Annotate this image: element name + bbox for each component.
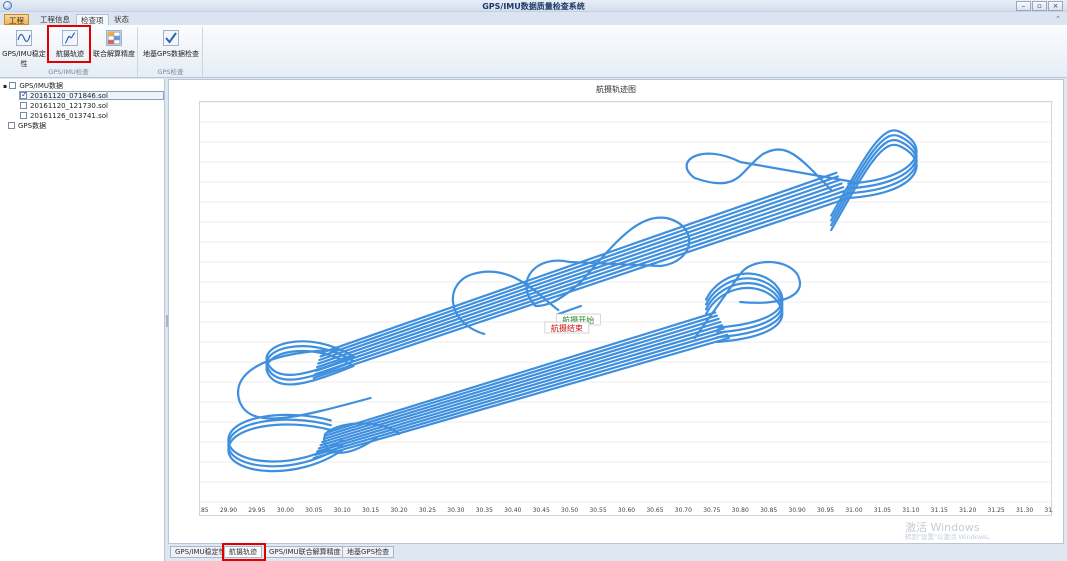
- trajectory-chart: 102.95103.00103.05103.10103.15103.20103.…: [176, 100, 1062, 515]
- tree-node-gps-imu[interactable]: ▪ GPS/IMU数据: [3, 82, 63, 91]
- collapse-icon[interactable]: ▪: [3, 83, 7, 90]
- tab-status[interactable]: 状态: [110, 14, 133, 25]
- file-tree-panel: ▪ GPS/IMU数据 20161120_071846.sol 20161120…: [0, 79, 165, 561]
- tree-file-item[interactable]: 20161120_121730.sol: [20, 102, 108, 111]
- joint-solution-accuracy-label: 联合解算精度: [93, 50, 135, 58]
- tab-checks[interactable]: 检查项: [76, 14, 109, 25]
- bottom-tab-highlight: [222, 543, 266, 561]
- x-tick-label: 30.50: [561, 507, 578, 514]
- x-tick-label: 30.20: [390, 507, 407, 514]
- x-tick-label: 30.30: [447, 507, 464, 514]
- tree-node-checkbox[interactable]: [8, 122, 15, 129]
- tab-project[interactable]: 工程: [4, 14, 29, 25]
- x-tick-label: 31.20: [959, 507, 976, 514]
- x-tick-label: 30.15: [362, 507, 379, 514]
- x-tick-label: 30.70: [675, 507, 692, 514]
- tab-project-info[interactable]: 工程信息: [36, 14, 74, 25]
- ribbon-group-gps: 地基GPS数据检查 GPS检查: [139, 27, 203, 77]
- close-button[interactable]: ×: [1048, 1, 1063, 11]
- chart-title: 航摄轨迹图: [596, 85, 636, 94]
- bottom-tabbar: GPS/IMU稳定性 航摄轨迹 GPS/IMU联合解算精度 地基GPS检查: [168, 543, 1064, 561]
- x-tick-label: 31.10: [902, 507, 919, 514]
- flight-line: [314, 189, 846, 372]
- x-tick-label: 31.35: [1044, 507, 1053, 514]
- x-tick-label: 30.55: [589, 507, 606, 514]
- tree-node-label: GPS数据: [18, 122, 47, 130]
- x-tick-label: 31.00: [845, 507, 862, 514]
- joint-solution-accuracy-button[interactable]: 联合解算精度: [92, 29, 136, 65]
- ribbon-group-label-gps: GPS检查: [157, 68, 184, 76]
- ribbon-minimize-icon[interactable]: ⌃: [1055, 15, 1061, 23]
- x-tick-label: 30.85: [760, 507, 777, 514]
- tree-node-label: GPS/IMU数据: [19, 82, 63, 90]
- connector-line: [557, 304, 583, 316]
- x-tick-label: 30.95: [817, 507, 834, 514]
- window-title: GPS/IMU数据质量检查系统: [482, 2, 585, 11]
- tree-file-checkbox[interactable]: [20, 90, 28, 99]
- x-tick-label: 30.25: [419, 507, 436, 514]
- x-tick-label: 30.45: [533, 507, 550, 514]
- flight-line: [313, 193, 848, 376]
- tree-file-label: 20161120_071846.sol: [30, 92, 108, 100]
- x-tick-label: 31.25: [988, 507, 1005, 514]
- ribbon-tabbar: 工程 工程信息 检查项 状态 ⌃: [0, 12, 1067, 25]
- doc-tab-joint-accuracy[interactable]: GPS/IMU联合解算精度: [264, 546, 346, 558]
- grid-table-icon: [106, 30, 122, 46]
- maximize-button[interactable]: ▫: [1032, 1, 1047, 11]
- watermark-line2: 转到"设置"以激活 Windows。: [905, 533, 995, 541]
- ground-gps-check-button[interactable]: 地基GPS数据检查: [141, 29, 201, 65]
- flight-line: [317, 182, 843, 365]
- x-tick-label: 30.65: [646, 507, 663, 514]
- tree-file-label: 20161126_013741.sol: [30, 112, 108, 120]
- tree-node-gps[interactable]: GPS数据: [8, 122, 46, 131]
- flight-track-highlight: [47, 25, 91, 63]
- x-tick-label: 31.05: [874, 507, 891, 514]
- x-tick-label: 29.85: [200, 507, 209, 514]
- tree-node-checkbox[interactable]: [9, 82, 17, 89]
- tree-file-item[interactable]: 20161126_013741.sol: [20, 112, 108, 121]
- ribbon: GPS/IMU稳定性 航摄轨迹 联合解算精度 GPS/IMU检查 地基GPS数据…: [0, 25, 1067, 78]
- title-bar: GPS/IMU数据质量检查系统 – ▫ ×: [0, 0, 1067, 12]
- x-tick-label: 30.60: [618, 507, 635, 514]
- chart-pane: 航摄轨迹图 102.95103.00103.05103.10103.15103.…: [168, 79, 1064, 544]
- tree-file-checkbox[interactable]: [20, 102, 27, 109]
- x-tick-label: 30.75: [703, 507, 720, 514]
- plot-area[interactable]: 102.95103.00103.05103.10103.15103.20103.…: [176, 100, 1062, 516]
- gps-imu-stability-button[interactable]: GPS/IMU稳定性: [2, 29, 46, 68]
- minimize-button[interactable]: –: [1016, 1, 1031, 11]
- x-tick-label: 29.90: [220, 507, 237, 514]
- window-controls: – ▫ ×: [1016, 1, 1063, 11]
- x-tick-label: 29.95: [248, 507, 265, 514]
- x-tick-label: 31.30: [1016, 507, 1033, 514]
- checkmark-icon: [163, 30, 179, 46]
- stability-chart-icon: [16, 30, 32, 46]
- tree-file-label: 20161120_121730.sol: [30, 102, 108, 110]
- x-tick-label: 30.05: [305, 507, 322, 514]
- turn-loop: [227, 423, 344, 473]
- x-tick-label: 30.90: [789, 507, 806, 514]
- tree-file-item[interactable]: 20161120_071846.sol: [19, 90, 164, 100]
- x-tick-label: 30.80: [732, 507, 749, 514]
- x-tick-label: 30.40: [504, 507, 521, 514]
- x-tick-label: 30.10: [334, 507, 351, 514]
- doc-tab-ground-gps[interactable]: 地基GPS检查: [342, 546, 395, 558]
- x-tick-label: 30.35: [476, 507, 493, 514]
- ground-gps-check-label: 地基GPS数据检查: [142, 50, 200, 58]
- x-tick-label: 31.15: [931, 507, 948, 514]
- x-tick-label: 30.00: [277, 507, 294, 514]
- ribbon-group-label-gps-imu: GPS/IMU检查: [48, 68, 89, 76]
- track-end-label: 航摄结束: [551, 323, 583, 333]
- tree-file-checkbox[interactable]: [20, 112, 27, 119]
- activate-windows-watermark: 激活 Windows 转到"设置"以激活 Windows。: [905, 522, 1015, 541]
- watermark-line1: 激活 Windows: [905, 521, 980, 534]
